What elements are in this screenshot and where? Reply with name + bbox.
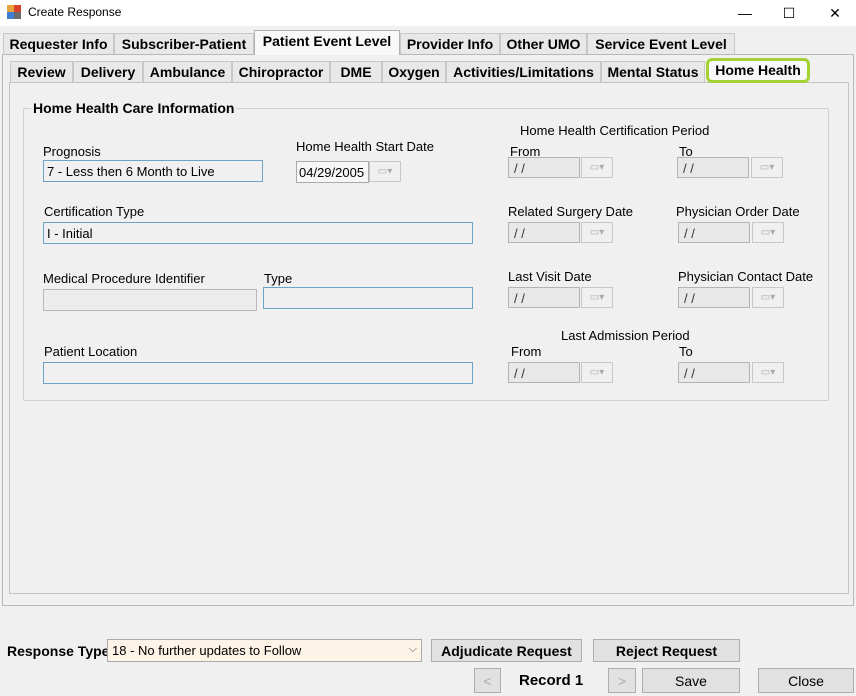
physician-contact-date[interactable]: / / — [678, 287, 750, 308]
admission-from-date[interactable]: / / — [508, 362, 580, 383]
record-indicator: Record 1 — [519, 672, 584, 689]
tab-other-umo[interactable]: Other UMO — [500, 33, 587, 54]
tab-mental-status[interactable]: Mental Status — [601, 61, 705, 82]
tab-activities-limitations[interactable]: Activities/Limitations — [446, 61, 601, 82]
response-type-value: 18 - No further updates to Follow — [112, 643, 302, 658]
prognosis-label: Prognosis — [43, 144, 101, 159]
tab-oxygen[interactable]: Oxygen — [382, 61, 446, 82]
response-type-label: Response Type — [7, 643, 110, 659]
group-title: Home Health Care Information — [31, 100, 237, 116]
tab-delivery[interactable]: Delivery — [73, 61, 143, 82]
start-date-label: Home Health Start Date — [296, 139, 435, 154]
patient-location-field[interactable] — [43, 362, 473, 384]
calendar-dropdown-icon[interactable]: ▭▾ — [752, 287, 784, 308]
last-admission-label: Last Admission Period — [561, 328, 690, 343]
patient-location-label: Patient Location — [44, 344, 138, 359]
cert-type-field[interactable]: I - Initial — [43, 222, 473, 244]
tab-requester-info[interactable]: Requester Info — [3, 33, 114, 54]
tab-patient-event-level[interactable]: Patient Event Level — [254, 30, 400, 55]
med-proc-label: Medical Procedure Identifier — [43, 271, 205, 286]
calendar-dropdown-icon[interactable]: ▭▾ — [581, 157, 613, 178]
start-date-field[interactable]: 04/29/2005 — [296, 161, 369, 183]
tab-ambulance[interactable]: Ambulance — [143, 61, 232, 82]
admission-to-date[interactable]: / / — [678, 362, 750, 383]
calendar-dropdown-icon[interactable]: ▭▾ — [752, 362, 784, 383]
tab-home-health[interactable]: Home Health — [706, 58, 810, 83]
tab-provider-info[interactable]: Provider Info — [400, 33, 500, 54]
tab-dme[interactable]: DME — [330, 61, 382, 82]
response-type-select[interactable]: 18 - No further updates to Follow ⌵ — [107, 639, 422, 662]
calendar-dropdown-icon[interactable]: ▭▾ — [369, 161, 401, 182]
app-icon — [7, 5, 21, 19]
minimize-button[interactable]: — — [722, 0, 768, 26]
type-label: Type — [264, 271, 293, 286]
physician-order-date[interactable]: / / — [678, 222, 750, 243]
close-window-button[interactable]: ✕ — [812, 0, 856, 26]
tab-chiropractor[interactable]: Chiropractor — [232, 61, 330, 82]
last-visit-label: Last Visit Date — [508, 269, 592, 284]
type-field[interactable] — [263, 287, 473, 309]
calendar-dropdown-icon[interactable]: ▭▾ — [751, 157, 783, 178]
calendar-dropdown-icon[interactable]: ▭▾ — [581, 222, 613, 243]
previous-record-button[interactable]: < — [474, 668, 501, 693]
calendar-dropdown-icon[interactable]: ▭▾ — [752, 222, 784, 243]
cert-period-label: Home Health Certification Period — [520, 123, 710, 138]
cert-from-date[interactable]: / / — [508, 157, 580, 178]
cert-to-date[interactable]: / / — [677, 157, 749, 178]
calendar-dropdown-icon[interactable]: ▭▾ — [581, 287, 613, 308]
window-title: Create Response — [28, 5, 122, 19]
tab-subscriber-patient[interactable]: Subscriber-Patient — [114, 33, 254, 54]
adjudicate-button[interactable]: Adjudicate Request — [431, 639, 582, 662]
med-proc-field[interactable] — [43, 289, 257, 311]
next-record-button[interactable]: > — [608, 668, 636, 693]
save-button[interactable]: Save — [642, 668, 740, 693]
cert-type-label: Certification Type — [44, 204, 145, 219]
physician-order-label: Physician Order Date — [676, 204, 800, 219]
tab-review[interactable]: Review — [10, 61, 73, 82]
prognosis-field[interactable]: 7 - Less then 6 Month to Live — [43, 160, 263, 182]
last-visit-date[interactable]: / / — [508, 287, 580, 308]
close-button[interactable]: Close — [758, 668, 854, 693]
physician-contact-label: Physician Contact Date — [678, 269, 814, 284]
admission-from-label: From — [511, 344, 542, 359]
chevron-down-icon: ⌵ — [408, 643, 417, 655]
tab-service-event-level[interactable]: Service Event Level — [587, 33, 735, 54]
calendar-dropdown-icon[interactable]: ▭▾ — [581, 362, 613, 383]
admission-to-label: To — [679, 344, 693, 359]
maximize-button[interactable]: ☐ — [766, 0, 812, 26]
related-surgery-label: Related Surgery Date — [508, 204, 634, 219]
reject-button[interactable]: Reject Request — [593, 639, 740, 662]
related-surgery-date[interactable]: / / — [508, 222, 580, 243]
